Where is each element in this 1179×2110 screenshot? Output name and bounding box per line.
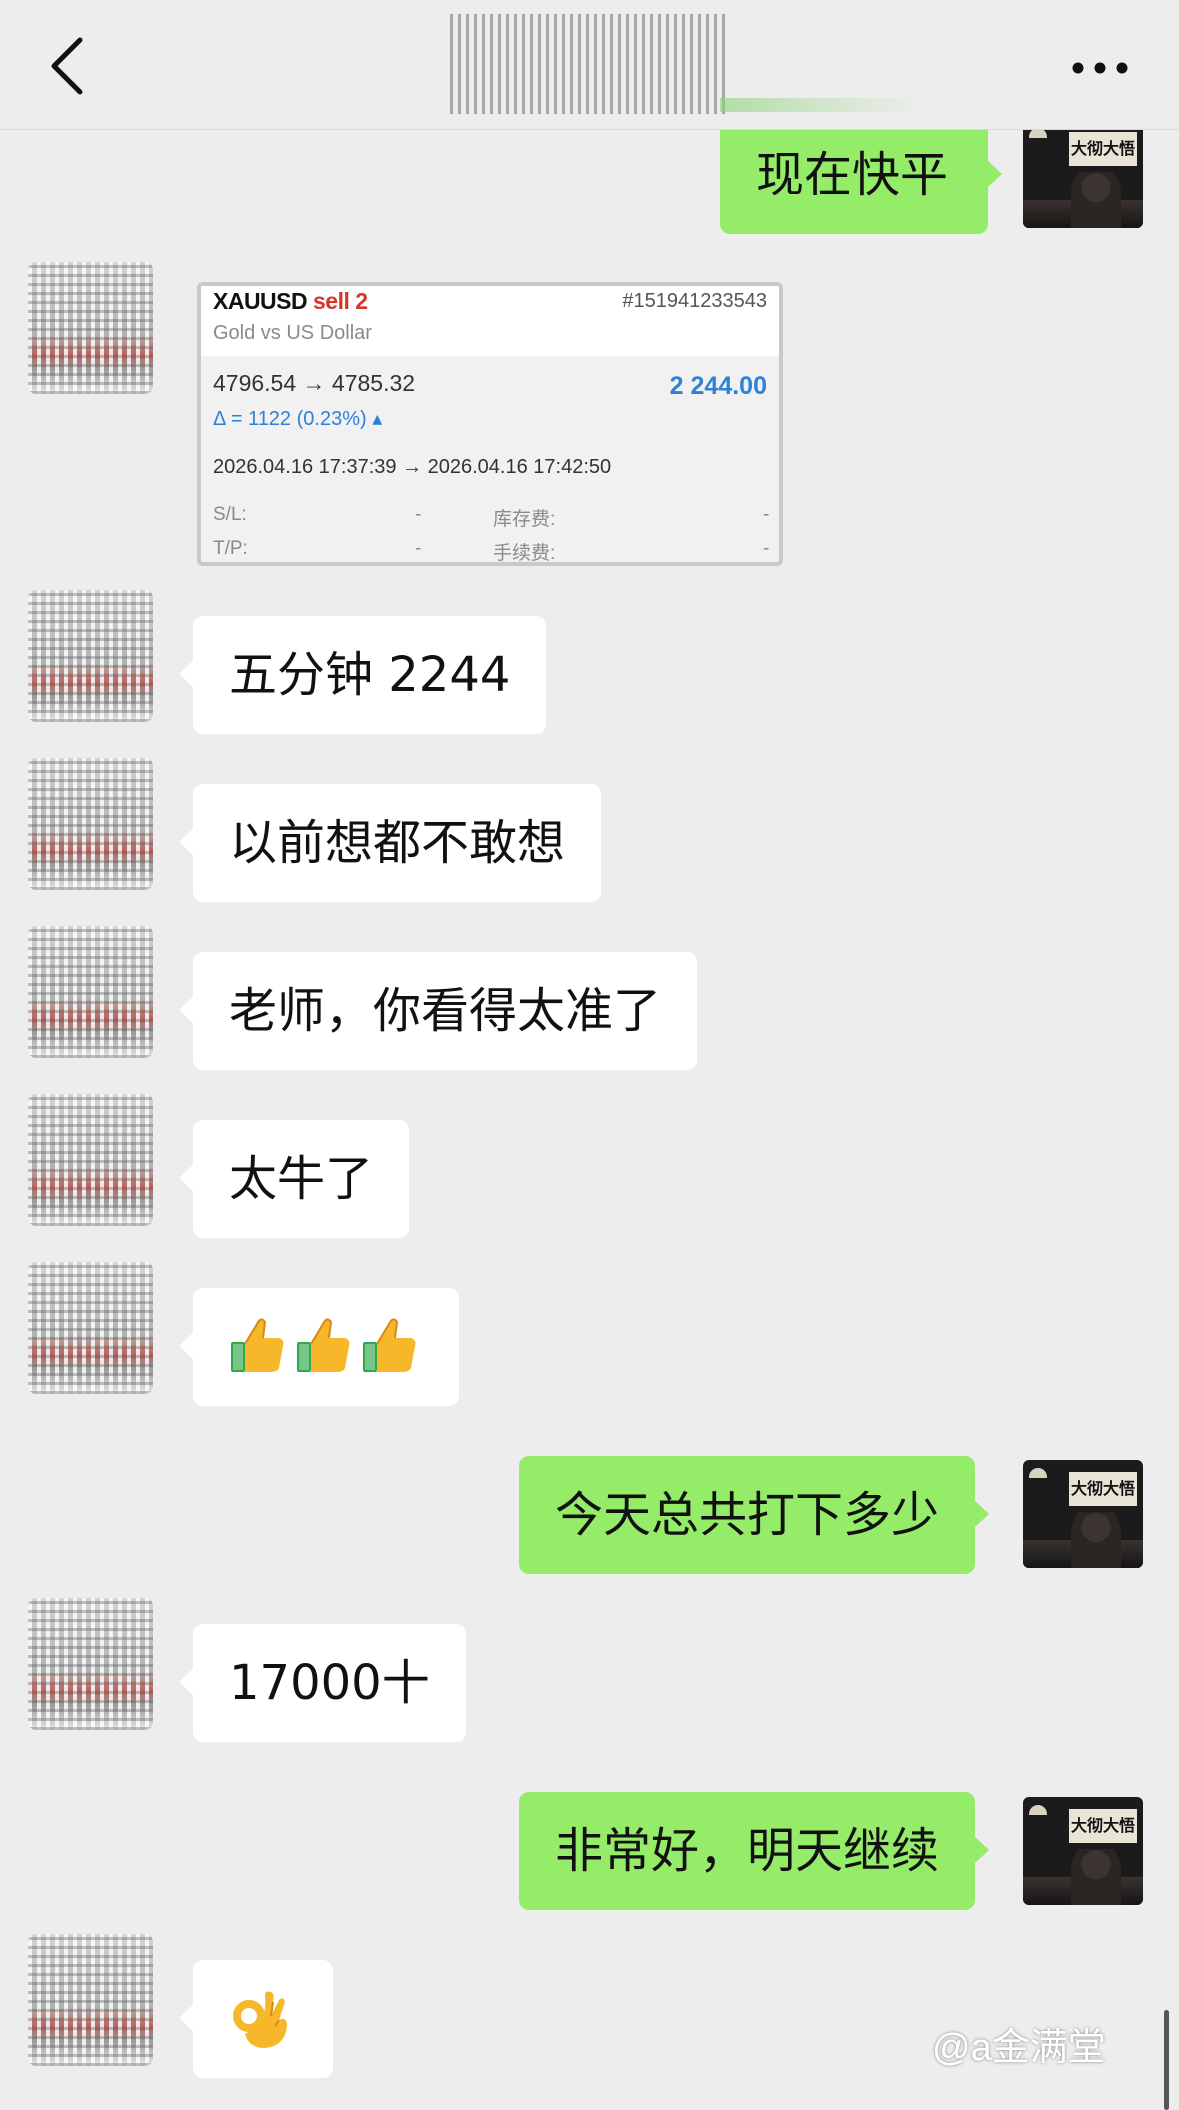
avatar-person [1071,1849,1121,1905]
trade-ticket: #151941233543 [622,290,767,312]
trade-delta: Δ = 1122 (0.23%) ▴ [213,408,383,430]
contact-avatar[interactable] [28,926,153,1058]
trade-result-card[interactable]: XAUUSD sell 2 #151941233543 Gold vs US D… [197,282,783,566]
thumbs-up-icon [363,1318,416,1372]
message-bubble-self[interactable]: 现在快平 [720,116,1002,234]
self-avatar[interactable]: 大彻大悟 [1023,120,1143,228]
self-avatar[interactable]: 大彻大悟 [1023,1460,1143,1568]
thumbs-up-icon [297,1318,350,1372]
message-bubble-other[interactable]: 以前想都不敢想 [178,784,602,902]
message-bubble-other[interactable]: 17000十 [179,1624,466,1742]
ok-hand-icon [233,1991,287,2048]
swap-label: 库存费: [493,509,556,530]
message-bubble-other-emoji[interactable] [179,1960,333,2078]
thumbs-up-icon [231,1318,284,1372]
tp-label: T/P: [213,538,248,559]
trade-symbol-line: XAUUSD sell 2 [213,288,368,315]
sl-label: S/L: [213,504,247,525]
contact-avatar[interactable] [28,590,153,722]
trade-description: Gold vs US Dollar [213,322,372,344]
avatar-lamp [1029,1468,1047,1478]
contact-avatar[interactable] [28,1094,153,1226]
chat-header [0,0,1179,130]
trade-profit: 2 244.00 [669,372,767,400]
trade-symbol: XAUUSD [213,288,308,314]
message-bubble-other-emoji[interactable] [179,1288,459,1406]
contact-avatar[interactable] [28,1934,153,2066]
commission-label: 手续费: [493,543,556,564]
card-header: XAUUSD sell 2 #151941233543 Gold vs US D… [201,286,779,356]
tp-value: - [415,538,422,559]
avatar-person [1071,172,1121,228]
chat-title-blurred [450,14,730,114]
message-bubble-self[interactable]: 今天总共打下多少 [519,1456,990,1574]
chevron-left-icon[interactable] [40,34,100,98]
trade-side: sell 2 [313,288,368,314]
chat-title-blur-tail [720,98,920,112]
watermark: @a金满堂 [932,2027,1106,2069]
contact-avatar[interactable] [28,262,153,394]
contact-avatar[interactable] [28,1598,153,1730]
avatar-lamp [1029,1805,1047,1815]
trade-prices: 4796.54 → 4785.32 [213,370,416,396]
swap-value: - [763,504,770,525]
emoji-row [229,1312,417,1374]
avatar-sign: 大彻大悟 [1069,1809,1137,1843]
sl-value: - [415,504,422,525]
avatar-sign: 大彻大悟 [1069,1472,1137,1506]
contact-avatar[interactable] [28,758,153,890]
message-bubble-other[interactable]: 五分钟 2244 [178,616,547,734]
more-dots-icon[interactable] [1070,50,1130,86]
self-avatar[interactable]: 大彻大悟 [1023,1797,1143,1905]
message-bubble-other[interactable]: 老师，你看得太准了 [178,952,698,1070]
avatar-person [1071,1512,1121,1568]
message-bubble-self[interactable]: 非常好，明天继续 [519,1792,990,1910]
trade-times: 2026.04.16 17:37:39 → 2026.04.16 17:42:5… [213,456,612,478]
contact-avatar[interactable] [28,1262,153,1394]
message-bubble-other[interactable]: 太牛了 [178,1120,410,1238]
commission-value: - [763,538,770,559]
scrollbar[interactable] [1164,2010,1169,2110]
avatar-sign: 大彻大悟 [1069,132,1137,166]
